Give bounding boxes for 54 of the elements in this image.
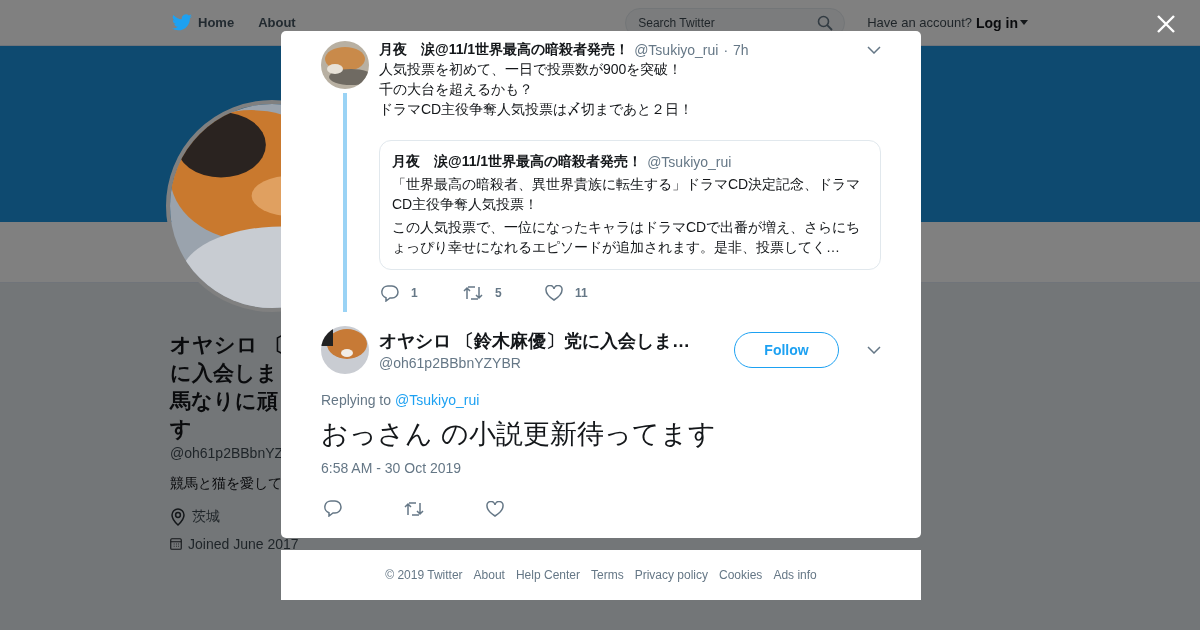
footer-link[interactable]: © 2019 Twitter bbox=[385, 568, 463, 582]
retweet-icon[interactable] bbox=[463, 285, 483, 301]
chevron-down-icon[interactable] bbox=[867, 346, 881, 354]
author-name: 月夜 涙@11/1世界最高の暗殺者発売！ bbox=[392, 153, 643, 171]
quoted-text: この人気投票で、一位になったキャラはドラマCDで出番が増え、さらにちょっぴり幸せになれるエピソードが追加されます。是非、投票してく… bbox=[392, 218, 862, 257]
quoted-text: 「世界最高の暗殺者、異世界貴族に転生する」ドラマCD決定記念、ドラマCD主役争奪人気投票！ bbox=[392, 175, 862, 214]
login-link[interactable]: Log in bbox=[976, 14, 1028, 31]
footer-link[interactable]: Cookies bbox=[719, 568, 763, 582]
reply-icon[interactable] bbox=[324, 500, 342, 517]
action-count: 1 bbox=[411, 286, 418, 300]
profile-bio: 競馬と猫を愛して bbox=[170, 475, 282, 493]
mention-link[interactable]: @Tsukiyo_rui bbox=[395, 392, 480, 408]
separator-dot: · bbox=[723, 42, 729, 58]
bird-icon bbox=[172, 14, 192, 31]
author-handle[interactable]: @Tsukiyo_rui bbox=[634, 42, 719, 58]
follow-button[interactable]: Follow bbox=[734, 332, 839, 368]
retweet-icon[interactable] bbox=[404, 500, 424, 517]
footer-link[interactable]: About bbox=[473, 568, 505, 582]
tweet-text: 千の大台を超えるかも？ bbox=[379, 80, 534, 99]
footer-link[interactable]: Ads info bbox=[773, 568, 817, 582]
profile-handle: @oh61p2BBbnYZ bbox=[170, 445, 284, 461]
author-handle[interactable]: @oh61p2BBbnYZYBR bbox=[379, 355, 690, 371]
action-count: 5 bbox=[495, 286, 502, 300]
heart-icon[interactable] bbox=[486, 500, 504, 517]
reply-icon[interactable] bbox=[381, 284, 399, 302]
footer-link[interactable]: Terms bbox=[591, 568, 624, 582]
profile-location: 茨城 bbox=[192, 508, 220, 526]
tweet-timestamp[interactable]: 6:58 AM - 30 Oct 2019 bbox=[321, 460, 881, 476]
profile-joined-date: Joined June 2017 bbox=[188, 538, 299, 550]
tweet-text: ドラマCD主役争奪人気投票は〆切まであと２日！ bbox=[379, 100, 695, 119]
calendar-icon bbox=[170, 538, 182, 550]
profile-name: す bbox=[170, 416, 192, 442]
author-name[interactable]: オヤシロ 〔鈴木麻優〕党に入会しま… bbox=[379, 329, 690, 353]
tweet-time[interactable]: 7h bbox=[733, 42, 749, 58]
heart-icon[interactable] bbox=[545, 285, 563, 301]
author-handle: @Tsukiyo_rui bbox=[647, 154, 732, 170]
location-pin-icon bbox=[170, 508, 186, 526]
search-icon bbox=[817, 14, 834, 31]
action-count: 11 bbox=[575, 286, 588, 300]
nav-link[interactable]: Home bbox=[172, 14, 235, 31]
close-icon[interactable] bbox=[1157, 15, 1175, 33]
profile-name: に入会しま bbox=[170, 360, 278, 386]
author-name[interactable]: 月夜 涙@11/1世界最高の暗殺者発売！ bbox=[379, 41, 630, 59]
chevron-down-icon[interactable] bbox=[867, 46, 881, 54]
footer-link[interactable]: Help Center bbox=[515, 568, 580, 582]
profile-name: 馬なりに頑 bbox=[170, 388, 278, 415]
tweet-text: 人気投票を初めて、一日で投票数が900を突破！ bbox=[379, 60, 684, 79]
replying-label: Replying to bbox=[321, 392, 392, 408]
quoted-tweet[interactable]: 月夜 涙@11/1世界最高の暗殺者発売！ @Tsukiyo_rui 「世界最高の暗殺者、異世界貴族に転生する」ドラマCD決定記念、ドラマCD主役争奪人気投票！ この人気投票で、一位になったキャラはドラマCDで出番が増え、さらにちょっぴり幸せになれるエピソードが追加されます。是非、投票してく… bbox=[379, 140, 881, 270]
footer-link[interactable]: Privacy policy bbox=[634, 568, 708, 582]
tweet-text: おっさん の小説更新待ってます bbox=[321, 418, 717, 451]
account-prompt: Have an account? bbox=[867, 15, 972, 30]
nav-link[interactable]: About bbox=[258, 15, 296, 30]
caret-icon bbox=[1020, 20, 1028, 25]
